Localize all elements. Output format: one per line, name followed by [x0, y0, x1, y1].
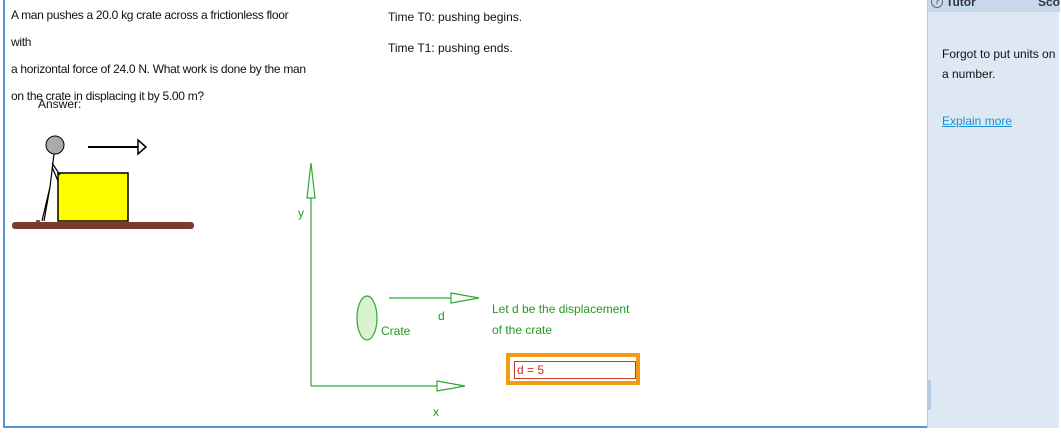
note-line-2: of the crate	[492, 323, 552, 337]
sidebar-tabs: ? Tutor Scor	[928, 0, 1060, 12]
y-axis-arrowhead	[306, 162, 316, 199]
note-line-1: Let d be the displacement	[492, 302, 630, 316]
answer-input[interactable]: d = 5	[514, 361, 636, 379]
workspace: A man pushes a 20.0 kg crate across a fr…	[5, 0, 927, 428]
app-frame: A man pushes a 20.0 kg crate across a fr…	[3, 0, 1060, 428]
answer-input-box[interactable]: d = 5	[506, 353, 640, 385]
help-icon[interactable]: ?	[931, 0, 943, 8]
tutor-sidebar: ? Tutor Scor Forgot to put units on a nu…	[927, 0, 1060, 428]
tab-score[interactable]: Scor	[1038, 0, 1060, 9]
vector-diagram: y x Crate d Let d be the displacement of…	[298, 162, 630, 419]
x-axis-arrowhead	[436, 380, 466, 392]
feedback-message: Forgot to put units on a number.	[942, 47, 1056, 81]
displacement-arrowhead	[450, 292, 480, 304]
explain-more-link[interactable]: Explain more	[942, 114, 1012, 128]
crate-ellipse	[356, 295, 378, 341]
d-label: d	[438, 309, 445, 323]
crate-label: Crate	[381, 324, 411, 338]
sidebar-scroll-handle[interactable]	[928, 380, 931, 410]
y-axis-label: y	[298, 206, 304, 220]
x-axis-label: x	[433, 405, 439, 419]
tab-tutor[interactable]: Tutor	[946, 0, 976, 9]
